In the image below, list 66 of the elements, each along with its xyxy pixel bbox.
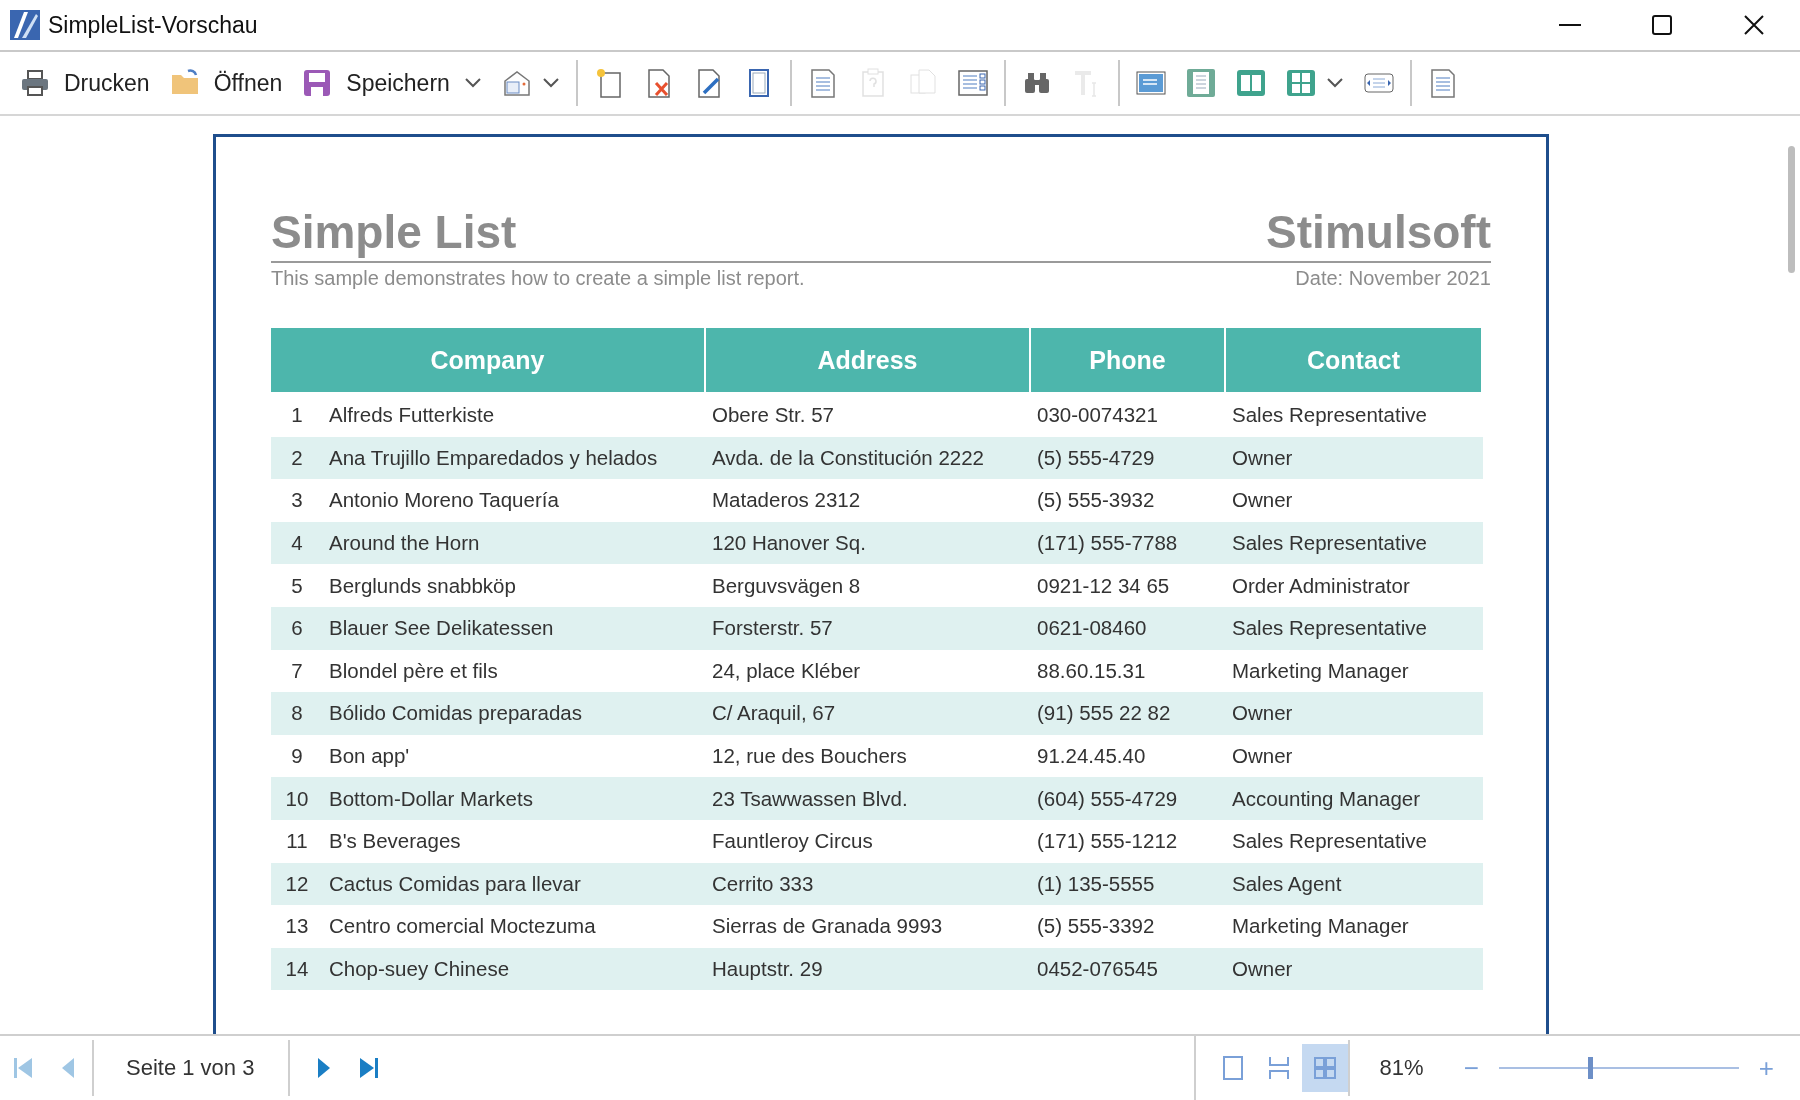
toolbar-button[interactable]: Drucken xyxy=(12,60,158,106)
maximize-icon xyxy=(1652,15,1672,35)
toolbar-button[interactable]: Öffnen xyxy=(161,60,291,106)
table-cell: Cactus Comidas para llevar xyxy=(323,862,706,906)
table-cell: Sales Representative xyxy=(1226,606,1483,650)
slider-thumb[interactable] xyxy=(1588,1057,1593,1079)
table-cell: 0452-076545 xyxy=(1031,947,1226,991)
two-pages-icon xyxy=(1235,67,1266,99)
table-cell: 0621-08460 xyxy=(1031,606,1226,650)
table-cell: Around the Horn xyxy=(323,521,706,565)
first-page-icon xyxy=(12,1055,34,1081)
table-cell: Accounting Manager xyxy=(1226,777,1483,820)
column-header: Company xyxy=(271,328,706,392)
table-cell: Avda. de la Constitución 2222 xyxy=(706,436,1031,480)
table-cell: Blauer See Delikatessen xyxy=(323,606,706,650)
row-number: 10 xyxy=(271,777,323,820)
last-page-icon xyxy=(358,1055,381,1081)
continuous-pages-icon xyxy=(1266,1055,1291,1081)
whole-page-icon xyxy=(1185,67,1216,99)
table-cell: Forsterstr. 57 xyxy=(706,606,1031,650)
scrollbar-thumb[interactable] xyxy=(1788,146,1795,273)
close-icon xyxy=(1744,15,1764,35)
column-header: Phone xyxy=(1031,328,1226,392)
row-number: 12 xyxy=(271,862,323,906)
column-header: Address xyxy=(706,328,1031,392)
view-mode-button[interactable] xyxy=(1301,1044,1348,1092)
table-cell: Sales Agent xyxy=(1226,862,1483,906)
table-cell: 120 Hanover Sq. xyxy=(706,521,1031,565)
table-cell: Owner xyxy=(1226,436,1483,480)
row-number: 6 xyxy=(271,606,323,650)
column-header: Contact xyxy=(1226,328,1483,392)
toolbar-button[interactable]: Speichern xyxy=(294,60,490,106)
row-number: 14 xyxy=(271,947,323,991)
table-cell: Sales Representative xyxy=(1226,521,1483,565)
row-number: 8 xyxy=(271,692,323,735)
multiple-pages-icon xyxy=(1285,67,1316,99)
table-cell: (91) 555 22 82 xyxy=(1031,692,1226,735)
minimize-icon xyxy=(1559,24,1581,26)
page-indicator: Seite 1 von 3 xyxy=(125,1055,256,1081)
table-cell: (604) 555-4729 xyxy=(1031,777,1226,820)
report-date: Date: November 2021 xyxy=(1295,267,1491,290)
table-cell: Bottom-Dollar Markets xyxy=(323,777,706,820)
table-cell: (1) 135-5555 xyxy=(1031,862,1226,906)
table-cell: Bólido Comidas preparadas xyxy=(323,692,706,735)
zoom-percentage: 81% xyxy=(1378,1055,1425,1081)
table-cell: Cerrito 333 xyxy=(706,862,1031,906)
table-cell: C/ Araquil, 67 xyxy=(706,692,1031,735)
row-number: 2 xyxy=(271,436,323,480)
table-cell: (171) 555-7788 xyxy=(1031,521,1226,565)
table-cell: (5) 555-4729 xyxy=(1031,436,1226,480)
multiple-pages-icon xyxy=(1312,1055,1337,1081)
table-cell: Ana Trujillo Emparedados y helados xyxy=(323,436,706,480)
table-cell: 23 Tsawwassen Blvd. xyxy=(706,777,1031,820)
table-cell: Owner xyxy=(1226,947,1483,991)
window-title: SimpleList-Vorschau xyxy=(48,11,259,39)
printer-icon xyxy=(20,67,50,99)
single-page-icon xyxy=(1220,1055,1245,1081)
table-cell: Chop-suey Chinese xyxy=(323,947,706,991)
report-title: Simple List xyxy=(271,205,517,259)
report-description: This sample demonstrates how to create a simple list report. xyxy=(271,267,805,290)
brand-name: Stimulsoft xyxy=(1266,205,1491,259)
table-cell: Owner xyxy=(1226,692,1483,735)
app-logo-icon xyxy=(10,10,40,40)
thumbnails-icon xyxy=(957,67,988,99)
table-cell: Hauptstr. 29 xyxy=(706,947,1031,991)
row-number: 4 xyxy=(271,521,323,565)
